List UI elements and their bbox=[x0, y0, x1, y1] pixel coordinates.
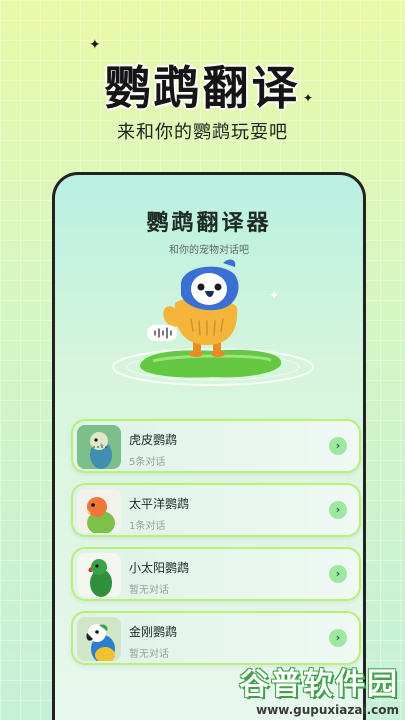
chevron-right-icon[interactable]: › bbox=[329, 565, 347, 583]
watermark-title: 谷普软件园 bbox=[239, 667, 399, 702]
macaw-avatar bbox=[77, 617, 121, 661]
green-parrot-avatar bbox=[77, 553, 121, 597]
chevron-right-icon[interactable]: › bbox=[329, 629, 347, 647]
card-name: 小太阳鹦鹉 bbox=[129, 561, 190, 575]
card-status: 暂无对话 bbox=[129, 649, 169, 660]
parrot-card-macaw[interactable]: 金刚鹦鹉 暂无对话 › bbox=[71, 611, 361, 665]
svg-text:✦: ✦ bbox=[269, 288, 279, 302]
card-status: 暂无对话 bbox=[129, 585, 169, 596]
sparkle-icon: ✦ bbox=[89, 37, 101, 53]
card-status: 5条对话 bbox=[129, 457, 166, 468]
lovebird-avatar bbox=[77, 489, 121, 533]
card-name: 金刚鹦鹉 bbox=[129, 625, 178, 639]
budgie-avatar bbox=[77, 425, 121, 469]
grass-platform bbox=[140, 349, 282, 378]
app-title: 鹦鹉翻译器 bbox=[146, 211, 272, 236]
chevron-right-icon[interactable]: › bbox=[329, 437, 347, 455]
parrot-card-sun-conure[interactable]: 小太阳鹦鹉 暂无对话 › bbox=[71, 547, 361, 601]
hero-title: 鹦鹉翻译 bbox=[104, 61, 301, 115]
app-subtitle: 和你的宠物对话吧 bbox=[169, 245, 249, 256]
voice-bubble bbox=[147, 325, 177, 341]
card-name: 虎皮鹦鹉 bbox=[129, 433, 178, 447]
card-status: 1条对话 bbox=[129, 521, 166, 532]
parrot-card-budgie[interactable]: 虎皮鹦鹉 5条对话 › bbox=[71, 419, 361, 473]
card-name: 太平洋鹦鹉 bbox=[129, 497, 190, 511]
hero-subtitle: 来和你的鹦鹉玩耍吧 bbox=[117, 122, 288, 143]
watermark-url: www.gupuxiazai.com bbox=[256, 703, 399, 717]
phone-frame: 鹦鹉翻译器 和你的宠物对话吧 ✦ 虎皮鹦鹉 5条对话 › 太平洋鹦鹉 1条对话 … bbox=[52, 172, 366, 720]
parrot-card-lovebird[interactable]: 太平洋鹦鹉 1条对话 › bbox=[71, 483, 361, 537]
mascot-stage[interactable]: ✦ bbox=[103, 255, 323, 405]
site-watermark: 谷普软件园 www.gupuxiazai.com bbox=[213, 668, 399, 720]
chevron-right-icon[interactable]: › bbox=[329, 501, 347, 519]
